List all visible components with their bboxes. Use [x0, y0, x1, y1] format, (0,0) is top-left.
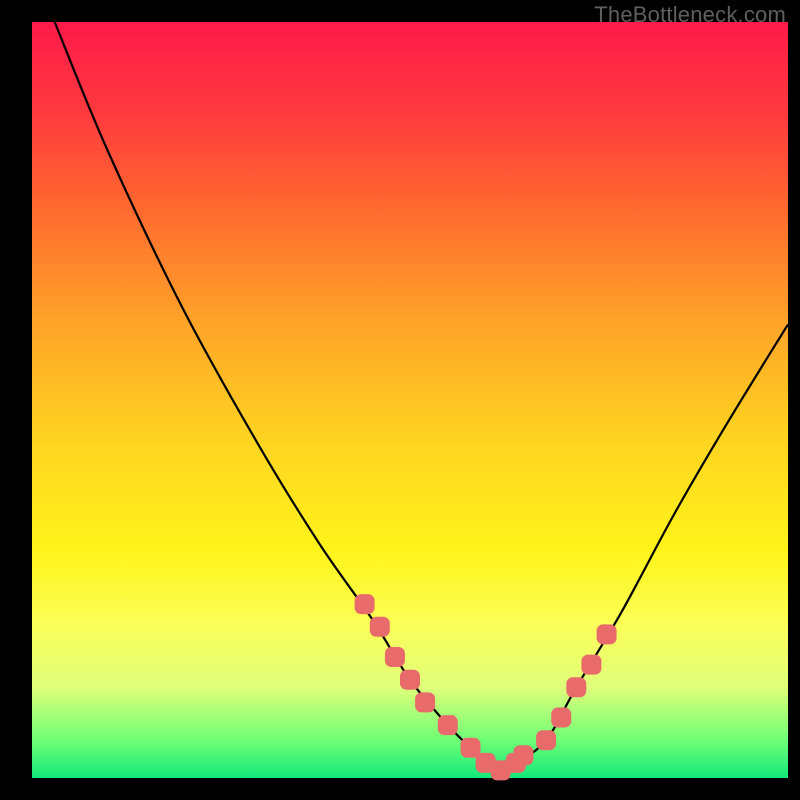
watermark-text: TheBottleneck.com — [594, 2, 786, 28]
highlight-dots — [355, 594, 617, 780]
bottleneck-curve — [55, 22, 788, 770]
highlight-dot — [513, 745, 533, 765]
highlight-dot — [536, 730, 556, 750]
highlight-dot — [415, 692, 435, 712]
highlight-dot — [370, 617, 390, 637]
highlight-dot — [461, 738, 481, 758]
highlight-dot — [438, 715, 458, 735]
highlight-dot — [355, 594, 375, 614]
highlight-dot — [385, 647, 405, 667]
highlight-dot — [566, 677, 586, 697]
chart-frame: TheBottleneck.com — [0, 0, 800, 800]
highlight-dot — [581, 655, 601, 675]
highlight-dot — [597, 624, 617, 644]
chart-svg — [32, 22, 788, 778]
highlight-dot — [551, 708, 571, 728]
highlight-dot — [400, 670, 420, 690]
chart-plot-area — [32, 22, 788, 778]
